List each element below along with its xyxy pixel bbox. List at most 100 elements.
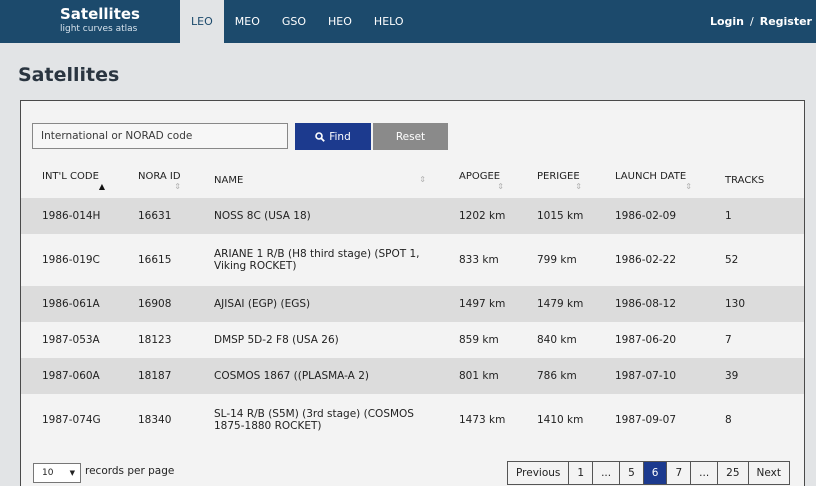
column-header[interactable]: TRACKS <box>704 163 804 198</box>
table-footer: 10 ▼ records per page Previous 1... 5 6 7...… <box>21 459 804 486</box>
previous-page-button[interactable]: Previous <box>507 461 570 485</box>
table-cell: 1987-060A <box>42 370 100 382</box>
search-input[interactable] <box>32 123 288 149</box>
table-cell: 18123 <box>138 334 172 346</box>
page-size-select[interactable]: 10 ▼ <box>33 463 81 483</box>
table-cell: 16631 <box>138 210 172 222</box>
chevron-down-icon: ▼ <box>69 469 75 477</box>
table-cell: 801 km <box>459 370 499 382</box>
page-button-1[interactable]: 1 <box>569 461 594 485</box>
table-cell: 859 km <box>459 334 499 346</box>
column-header-label: TRACKS <box>725 175 765 186</box>
table-cell: 1473 km <box>459 414 506 426</box>
next-page-button[interactable]: Next <box>748 461 790 485</box>
tab-leo[interactable]: LEO <box>180 0 224 43</box>
orbit-tabs: LEO MEO GSO HEO HELO <box>180 0 415 43</box>
sort-icon: ⇕ <box>419 175 426 184</box>
table-cell: 39 <box>725 370 739 382</box>
satellites-panel: Find Reset INT'L CODE▲NORA ID⇕NAME⇕APOGE… <box>20 100 805 486</box>
table-cell: 1015 km <box>537 210 584 222</box>
table-cell: ARIANE 1 R/B (H8 third stage) (SPOT 1, V… <box>214 248 420 272</box>
table-cell: 1986-019C <box>42 254 100 266</box>
page-button-5[interactable]: 5 <box>620 461 644 485</box>
column-header-label: INT'L CODE <box>42 170 99 182</box>
sort-icon: ⇕ <box>685 181 692 191</box>
column-header-label: NORA ID <box>138 170 181 182</box>
auth-separator: / <box>750 15 754 28</box>
table-row[interactable]: 1987-053A 18123 DMSP 5D-2 F8 (USA 26) 859 k… <box>21 322 804 358</box>
table-cell: COSMOS 1867 ((PLASMA-A 2) <box>214 370 369 382</box>
table-cell: 18187 <box>138 370 172 382</box>
table-cell: 786 km <box>537 370 577 382</box>
column-header-label: NAME <box>214 175 244 186</box>
table-cell: AJISAI (EGP) (EGS) <box>214 298 311 310</box>
page-size-label: records per page <box>85 465 175 477</box>
table-cell: 1986-014H <box>42 210 101 222</box>
tab-gso[interactable]: GSO <box>271 0 317 43</box>
brand-title: Satellites <box>60 5 140 23</box>
top-navbar: Satellites light curves atlas LEO MEO GSO H… <box>0 0 816 43</box>
table-cell: 1987-06-20 <box>615 334 677 346</box>
column-header[interactable]: APOGEE ⇕ <box>438 163 516 198</box>
column-header[interactable]: NAME ⇕ <box>193 163 438 198</box>
table-cell: 130 <box>725 298 746 310</box>
page-button-6[interactable]: 6 <box>643 461 668 485</box>
table-cell: 1497 km <box>459 298 506 310</box>
table-cell: 799 km <box>537 254 577 266</box>
table-cell: 8 <box>725 414 732 426</box>
pagination-ellipsis: ... <box>691 461 719 485</box>
table-cell: 16615 <box>138 254 172 266</box>
table-cell: 1986-02-22 <box>615 254 677 266</box>
find-button[interactable]: Find <box>295 123 371 150</box>
table-cell: 1986-061A <box>42 298 100 310</box>
table-cell: 16908 <box>138 298 172 310</box>
table-cell: SL-14 R/B (S5M) (3rd stage) (COSMOS 1875… <box>214 408 414 432</box>
brand[interactable]: Satellites light curves atlas <box>60 5 170 35</box>
page-button-7[interactable]: 7 <box>667 461 692 485</box>
pagination: Previous 1... 5 6 7... 25 Next <box>507 461 790 485</box>
table-cell: DMSP 5D-2 F8 (USA 26) <box>214 334 339 346</box>
table-cell: 1986-08-12 <box>615 298 677 310</box>
table-header-row: INT'L CODE ▲ NORA ID ⇕ NAME ⇕ APOGEE ⇕ PERIGEE ⇕ L… <box>21 163 804 198</box>
brand-subtitle: light curves atlas <box>60 24 138 34</box>
column-header-label: PERIGEE <box>537 170 580 182</box>
find-button-label: Find <box>329 130 351 143</box>
table-cell: NOSS 8C (USA 18) <box>214 210 311 222</box>
table-cell: 1987-09-07 <box>615 414 677 426</box>
sort-icon: ⇕ <box>174 181 181 191</box>
table-cell: 1410 km <box>537 414 584 426</box>
tab-helo[interactable]: HELO <box>363 0 415 43</box>
column-header-label: APOGEE <box>459 170 501 182</box>
table-cell: 833 km <box>459 254 499 266</box>
tab-meo[interactable]: MEO <box>224 0 271 43</box>
table-cell: 1 <box>725 210 732 222</box>
search-icon <box>315 131 326 142</box>
table-cell: 1987-074G <box>42 414 101 426</box>
table-cell: 1202 km <box>459 210 506 222</box>
page-size-value: 10 <box>42 468 54 478</box>
column-header[interactable]: INT'L CODE ▲ <box>21 163 117 198</box>
register-link[interactable]: Register <box>760 15 812 28</box>
table-cell: 1479 km <box>537 298 584 310</box>
sort-asc-icon: ▲ <box>98 181 105 191</box>
satellites-table: INT'L CODE ▲ NORA ID ⇕ NAME ⇕ APOGEE ⇕ PERIGEE ⇕ L… <box>21 163 804 446</box>
auth-links: Login / Register <box>710 0 812 43</box>
column-header[interactable]: NORA ID ⇕ <box>117 163 193 198</box>
table-row[interactable]: 1986-014H 16631 NOSS 8C (USA 18) 1202 km 101… <box>21 198 804 234</box>
page-title: Satellites <box>18 64 120 86</box>
table-cell: 1987-053A <box>42 334 100 346</box>
login-link[interactable]: Login <box>710 15 744 28</box>
column-header[interactable]: PERIGEE ⇕ <box>516 163 594 198</box>
pagination-ellipsis: ... <box>593 461 621 485</box>
table-cell: 1986-02-09 <box>615 210 677 222</box>
table-row[interactable]: 1987-060A 18187 COSMOS 1867 ((PLASMA-A 2) 8… <box>21 358 804 394</box>
table-row[interactable]: 1986-019C 16615 ARIANE 1 R/B (H8 third sta… <box>21 234 804 286</box>
reset-button[interactable]: Reset <box>373 123 448 150</box>
table-row[interactable]: 1987-074G 18340 SL-14 R/B (S5M) (3rd stage… <box>21 394 804 446</box>
page-button-25[interactable]: 25 <box>718 461 749 485</box>
sort-icon: ⇕ <box>575 181 582 191</box>
table-row[interactable]: 1986-061A 16908 AJISAI (EGP) (EGS) 1497 km 1… <box>21 286 804 322</box>
tab-heo[interactable]: HEO <box>317 0 363 43</box>
table-cell: 7 <box>725 334 732 346</box>
column-header[interactable]: LAUNCH DATE ⇕ <box>594 163 704 198</box>
